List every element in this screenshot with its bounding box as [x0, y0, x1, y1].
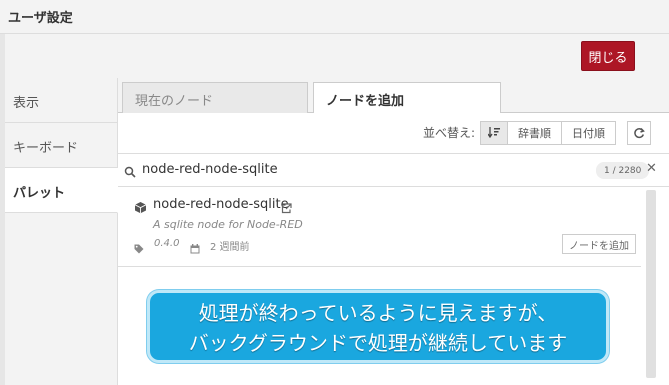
node-description: A sqlite node for Node-RED: [153, 218, 303, 231]
dialog-title: ユーザ設定: [8, 11, 73, 26]
palette-tabs: 現在のノード ノードを追加: [118, 78, 669, 114]
sort-relevance-button[interactable]: [480, 121, 508, 145]
search-input[interactable]: node-red-node-sqlite: [142, 162, 278, 177]
annotation-callout: 処理が終わっているように見えますが、 バックグラウンドで処理が継続しています: [147, 290, 609, 363]
sort-amount-icon: [487, 126, 500, 141]
sort-label: 並べ替え:: [423, 126, 476, 140]
sort-alphabetical-button[interactable]: 辞書順: [508, 121, 562, 145]
list-item: node-red-node-sqlite A sqlite node for N…: [118, 187, 641, 267]
sidebar-item-palette[interactable]: パレット: [5, 168, 118, 213]
calendar-icon: [190, 239, 200, 258]
annotation-line-1: 処理が終わっているように見えますが、: [198, 301, 558, 325]
refresh-button[interactable]: [627, 121, 651, 145]
cube-icon: [134, 199, 147, 218]
add-node-button[interactable]: ノードを追加: [562, 234, 636, 254]
refresh-icon: [633, 124, 645, 143]
sort-date-button[interactable]: 日付順: [562, 121, 616, 145]
search-icon: [124, 163, 136, 182]
result-count-badge: 1 / 2280: [596, 162, 650, 179]
tag-icon: [134, 239, 144, 258]
sort-options: 辞書順 日付順: [480, 121, 616, 145]
node-updated: 2 週間前: [210, 242, 250, 253]
close-button[interactable]: 閉じる: [581, 41, 635, 71]
sort-bar: 並べ替え: 辞書順 日付順: [118, 113, 669, 153]
clear-search-icon[interactable]: ✕: [646, 161, 657, 176]
node-version: 0.4.0: [154, 238, 180, 249]
external-link-icon[interactable]: [281, 199, 292, 218]
dialog-header: ユーザ設定: [0, 0, 669, 34]
sidebar-item-view[interactable]: 表示: [5, 78, 118, 123]
tab-add-nodes[interactable]: ノードを追加: [313, 82, 501, 114]
scrollbar[interactable]: [646, 190, 656, 378]
settings-sidebar: 表示 キーボード パレット: [5, 78, 118, 385]
node-name-link[interactable]: node-red-node-sqlite: [153, 197, 289, 212]
sidebar-item-keyboard[interactable]: キーボード: [5, 123, 118, 168]
search-bar: node-red-node-sqlite 1 / 2280 ✕: [118, 153, 669, 187]
tab-installed-nodes[interactable]: 現在のノード: [122, 82, 308, 113]
annotation-line-2: バックグラウンドで処理が継続しています: [188, 331, 568, 355]
dialog-toolbar: [0, 34, 669, 78]
